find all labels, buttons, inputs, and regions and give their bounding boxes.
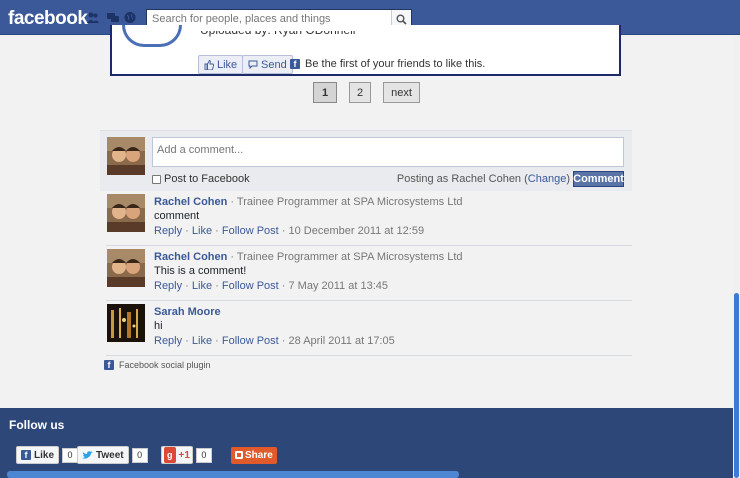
page-1-button[interactable]: 1 bbox=[313, 82, 337, 103]
facebook-logo[interactable]: facebook bbox=[8, 8, 88, 30]
commenter-avatar[interactable] bbox=[107, 194, 145, 232]
post-to-facebook-option[interactable]: Post to Facebook bbox=[152, 173, 250, 185]
comment-actions: Reply · Like · Follow Post · 28 April 20… bbox=[154, 335, 395, 347]
commenter-avatar[interactable] bbox=[107, 304, 145, 342]
like-button[interactable]: Like bbox=[198, 55, 244, 74]
comment-actions: Reply · Like · Follow Post · 10 December… bbox=[154, 225, 425, 237]
next-page-button[interactable]: next bbox=[383, 82, 420, 103]
google-plus-button[interactable]: g +1 bbox=[161, 446, 193, 464]
comment-composer: Add a comment... Post to Facebook Postin… bbox=[100, 130, 632, 191]
reply-link[interactable]: Reply bbox=[154, 335, 182, 347]
follow-post-link[interactable]: Follow Post bbox=[222, 280, 279, 292]
share-label: Share bbox=[245, 449, 273, 461]
comment-item: Rachel Cohen · Trainee Programmer at SPA… bbox=[100, 246, 632, 301]
comment-author-name[interactable]: Rachel Cohen bbox=[154, 251, 227, 263]
twitter-bird-icon bbox=[82, 450, 93, 459]
comment-actions: Reply · Like · Follow Post · 7 May 2011 … bbox=[154, 280, 388, 292]
comment-item: Rachel Cohen · Trainee Programmer at SPA… bbox=[100, 191, 632, 246]
follow-us-heading: Follow us bbox=[9, 418, 65, 432]
facebook-f-icon: f bbox=[290, 59, 300, 69]
comment-timestamp: · 7 May 2011 at 13:45 bbox=[278, 280, 388, 292]
content-column: Uploaded by: Ryan ODonnell Like Send f B… bbox=[0, 25, 733, 408]
posting-as-suffix: ) bbox=[566, 173, 570, 185]
share-icon bbox=[235, 451, 243, 459]
footer-like-button[interactable]: f Like bbox=[16, 446, 60, 464]
posting-as-text: Posting as Rachel Cohen (Change) bbox=[397, 173, 570, 185]
change-identity-link[interactable]: Change bbox=[528, 173, 567, 185]
reply-link[interactable]: Reply bbox=[154, 225, 182, 237]
send-button[interactable]: Send bbox=[242, 55, 293, 74]
page-scrollbar[interactable] bbox=[733, 35, 740, 478]
search-icon bbox=[396, 14, 407, 25]
facebook-f-icon: f bbox=[104, 360, 114, 370]
share-button[interactable]: Share bbox=[231, 446, 277, 464]
google-plus-count: 0 bbox=[195, 447, 212, 463]
comment-author-title: · Trainee Programmer at SPA Microsystems… bbox=[227, 196, 463, 208]
horizontal-scrollbar[interactable] bbox=[7, 471, 459, 478]
scrollbar-thumb[interactable] bbox=[734, 293, 739, 478]
facebook-like-share: f Like 0 bbox=[16, 446, 79, 464]
comment-text: hi bbox=[154, 320, 163, 332]
generic-share: Share bbox=[231, 446, 277, 464]
like-link[interactable]: Like bbox=[192, 225, 212, 237]
comment-timestamp: · 28 April 2011 at 17:05 bbox=[278, 335, 395, 347]
comment-item: Sarah Moore hi Reply · Like · Follow Pos… bbox=[100, 301, 632, 356]
comment-timestamp: · 10 December 2011 at 12:59 bbox=[278, 225, 425, 237]
send-bubble-icon bbox=[248, 60, 258, 69]
facebook-f-icon: f bbox=[21, 450, 31, 460]
comment-button[interactable]: Comment bbox=[573, 171, 624, 187]
like-note-text: Be the first of your friends to like thi… bbox=[305, 58, 486, 70]
like-link[interactable]: Like bbox=[192, 335, 212, 347]
tweet-count: 0 bbox=[131, 447, 148, 463]
footer-like-label: Like bbox=[34, 449, 55, 461]
post-to-facebook-label: Post to Facebook bbox=[164, 173, 250, 185]
follow-post-link[interactable]: Follow Post bbox=[222, 225, 279, 237]
like-count: 0 bbox=[62, 447, 79, 463]
current-user-avatar bbox=[107, 137, 145, 175]
comment-text: comment bbox=[154, 210, 200, 222]
notifications-globe-icon[interactable] bbox=[124, 11, 136, 24]
comment-author-line: Rachel Cohen · Trainee Programmer at SPA… bbox=[154, 196, 463, 208]
like-label: Like bbox=[217, 58, 238, 71]
google-plus-share: g +1 0 bbox=[161, 446, 212, 464]
uploaded-by-text: Uploaded by: Ryan ODonnell bbox=[200, 23, 356, 37]
comment-author-name[interactable]: Rachel Cohen bbox=[154, 196, 227, 208]
comment-author-line: Rachel Cohen · Trainee Programmer at SPA… bbox=[154, 251, 463, 263]
social-plugin-label: Facebook social plugin bbox=[119, 360, 211, 370]
thumbs-up-icon bbox=[204, 59, 214, 70]
google-plus-icon: g bbox=[164, 447, 176, 463]
follow-post-link[interactable]: Follow Post bbox=[222, 335, 279, 347]
post-to-facebook-checkbox[interactable] bbox=[152, 174, 161, 184]
messages-icon[interactable] bbox=[107, 11, 119, 24]
post-box: Uploaded by: Ryan ODonnell Like Send f B… bbox=[110, 25, 621, 76]
comment-author-title: · Trainee Programmer at SPA Microsystems… bbox=[227, 251, 463, 263]
like-note: f Be the first of your friends to like t… bbox=[290, 58, 485, 70]
commenter-avatar[interactable] bbox=[107, 249, 145, 287]
reply-link[interactable]: Reply bbox=[154, 280, 182, 292]
posting-as-prefix: Posting as Rachel Cohen ( bbox=[396, 173, 528, 185]
friend-requests-icon[interactable] bbox=[87, 11, 99, 24]
comment-text: This is a comment! bbox=[154, 265, 247, 277]
comment-author-line: Sarah Moore bbox=[154, 306, 221, 318]
post-thumbnail[interactable] bbox=[122, 25, 182, 47]
like-link[interactable]: Like bbox=[192, 280, 212, 292]
comment-author-name[interactable]: Sarah Moore bbox=[154, 306, 221, 318]
comment-input[interactable]: Add a comment... bbox=[152, 137, 624, 167]
tweet-button[interactable]: Tweet bbox=[77, 446, 129, 464]
main-content: Uploaded by: Ryan ODonnell Like Send f B… bbox=[0, 25, 733, 408]
facebook-social-plugin-link[interactable]: f Facebook social plugin bbox=[104, 360, 211, 370]
twitter-share: Tweet 0 bbox=[77, 446, 148, 464]
page-2-button[interactable]: 2 bbox=[349, 82, 371, 103]
tweet-label: Tweet bbox=[96, 449, 124, 461]
send-label: Send bbox=[261, 58, 287, 71]
google-plus-label: +1 bbox=[178, 449, 190, 461]
comment-divider bbox=[106, 355, 632, 356]
follow-us-footer: Follow us f Like 0 Tweet 0 g +1 0 Share bbox=[0, 408, 733, 478]
